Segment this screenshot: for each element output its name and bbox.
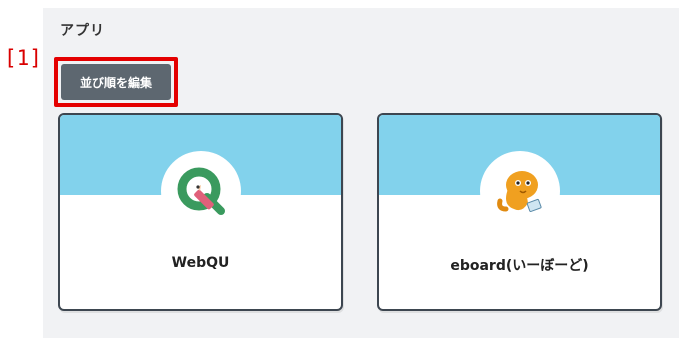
annotation-marker: [1] [4,46,42,70]
edit-order-button[interactable]: 並び順を編集 [61,64,171,100]
eboard-mascot-icon [479,151,560,231]
webqu-logo-icon [160,151,241,231]
app-card-webqu[interactable]: WebQU [58,113,343,311]
app-name: WebQU [171,255,230,271]
app-card-eboard[interactable]: eboard(いーぼーど) [377,113,662,311]
app-name: eboard(いーぼーど) [450,258,589,274]
section-title: アプリ [60,23,105,39]
